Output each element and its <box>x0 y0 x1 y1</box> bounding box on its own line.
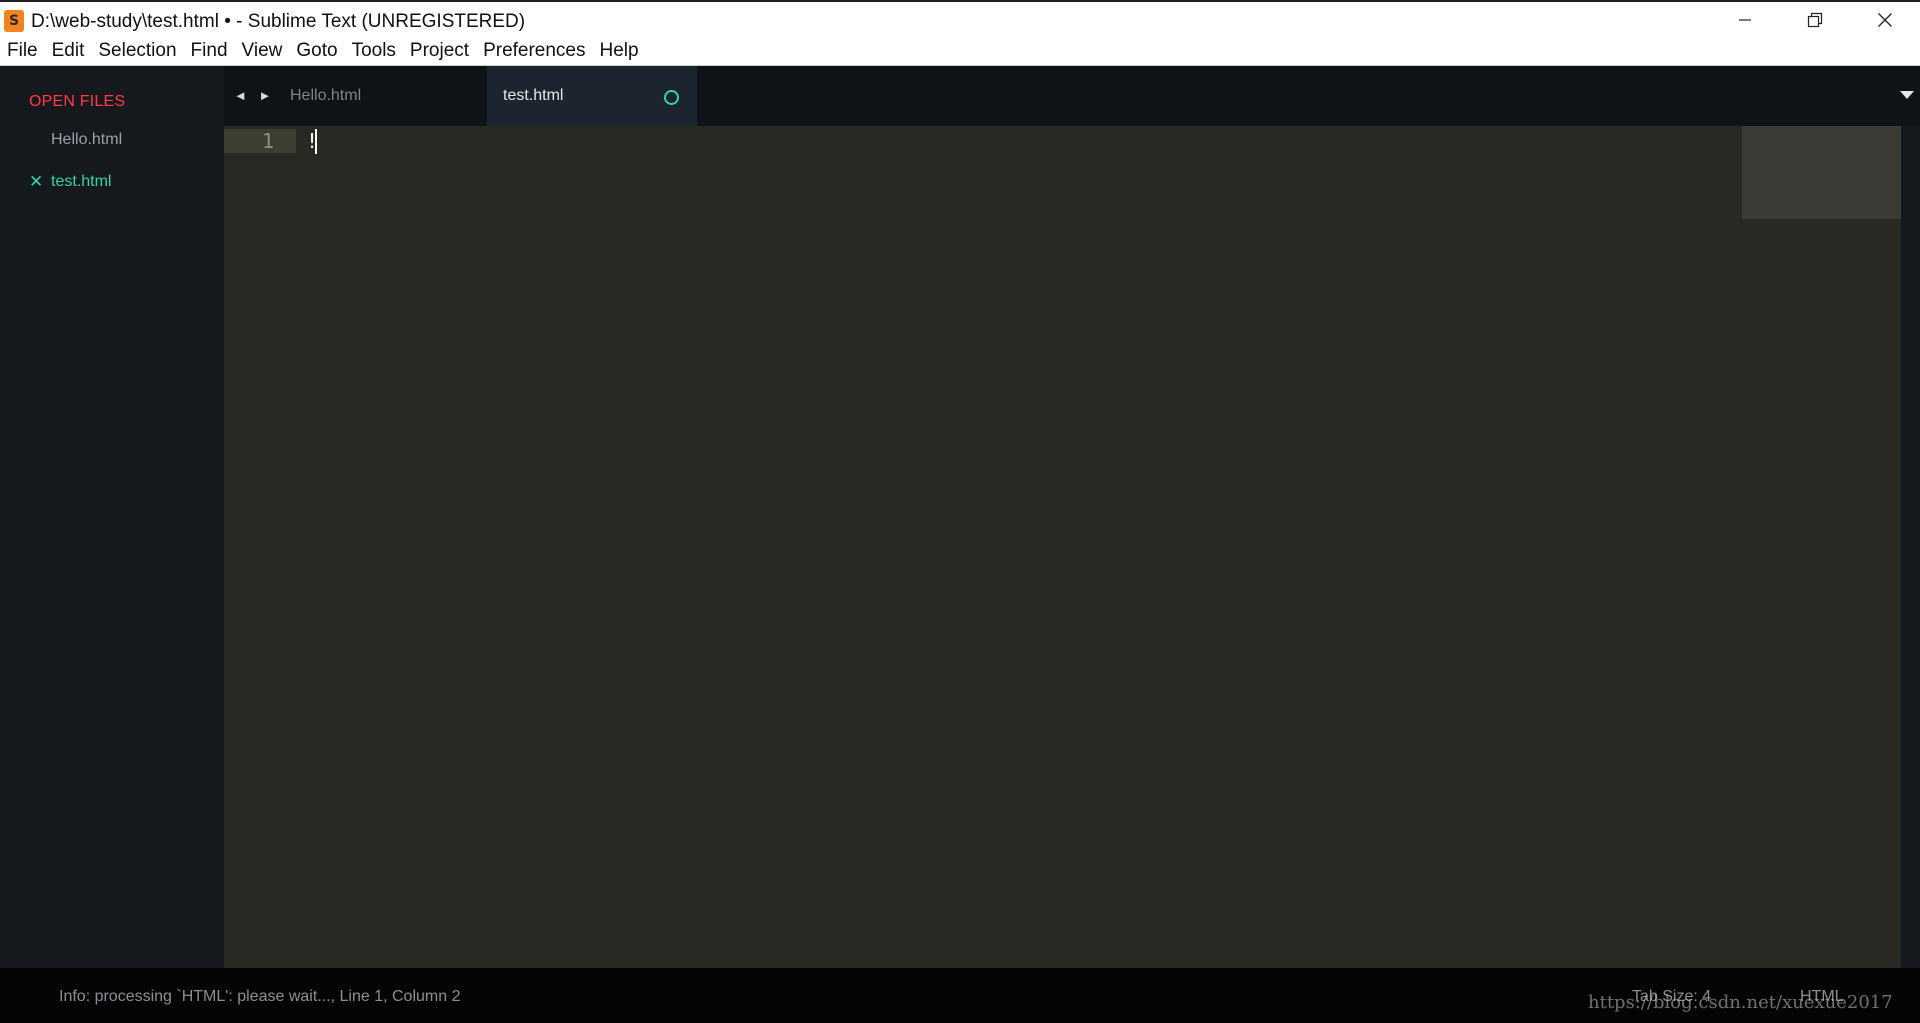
menu-tools[interactable]: Tools <box>345 38 403 66</box>
window-title: D:\web-study\test.html • - Sublime Text … <box>31 11 526 32</box>
sidebar-file-label: Hello.html <box>51 131 123 148</box>
menu-view[interactable]: View <box>235 38 290 66</box>
close-icon <box>1878 13 1892 27</box>
tab-label: test.html <box>503 87 564 104</box>
close-file-icon[interactable]: ✕ <box>29 172 51 192</box>
editor-area[interactable]: 1 ! <box>224 126 1901 968</box>
line-gutter: 1 <box>224 129 296 153</box>
tab-bar: ◄ ► Hello.html test.html <box>224 66 1920 126</box>
unsaved-dot-icon[interactable] <box>664 90 679 105</box>
menu-preferences[interactable]: Preferences <box>476 38 592 66</box>
menu-file[interactable]: File <box>0 38 45 66</box>
sidebar: OPEN FILES Hello.html ✕ test.html <box>0 66 224 968</box>
tab-test-html[interactable]: test.html <box>487 66 697 126</box>
menu-project[interactable]: Project <box>403 38 476 66</box>
minimap[interactable] <box>1742 126 1901 219</box>
minimize-icon <box>1739 19 1751 21</box>
restore-icon <box>1807 12 1823 28</box>
tab-label: Hello.html <box>290 87 362 104</box>
menu-help[interactable]: Help <box>593 38 646 66</box>
restore-button[interactable] <box>1780 2 1850 38</box>
close-window-button[interactable] <box>1850 2 1920 38</box>
menu-find[interactable]: Find <box>184 38 235 66</box>
menu-selection[interactable]: Selection <box>91 38 183 66</box>
workspace: OPEN FILES Hello.html ✕ test.html ◄ ► He… <box>0 66 1920 968</box>
menu-goto[interactable]: Goto <box>289 38 344 66</box>
menu-bar: File Edit Selection Find View Goto Tools… <box>0 38 1920 66</box>
text-cursor <box>315 129 317 154</box>
sidebar-file-test[interactable]: ✕ test.html <box>29 172 111 192</box>
minimize-button[interactable] <box>1710 2 1780 38</box>
menu-edit[interactable]: Edit <box>45 38 92 66</box>
scrollbar-track[interactable] <box>1901 126 1920 968</box>
open-files-heading: OPEN FILES <box>29 93 126 110</box>
sidebar-file-hello[interactable]: Hello.html <box>29 131 122 149</box>
tab-hello-html[interactable]: Hello.html <box>274 66 486 126</box>
line-number: 1 <box>261 129 274 153</box>
sidebar-file-label: test.html <box>51 173 112 190</box>
title-bar: S D:\web-study\test.html • - Sublime Tex… <box>0 0 1920 38</box>
status-bar: Info: processing `HTML': please wait...,… <box>0 968 1920 1023</box>
tab-overflow-icon[interactable] <box>1900 91 1914 99</box>
watermark: https://blog.csdn.net/xuexue2017 <box>1588 992 1893 1013</box>
status-info: Info: processing `HTML': please wait...,… <box>59 988 461 1005</box>
sublime-logo-icon: S <box>4 10 24 32</box>
tab-nav-arrows[interactable]: ◄ ► <box>234 88 275 103</box>
